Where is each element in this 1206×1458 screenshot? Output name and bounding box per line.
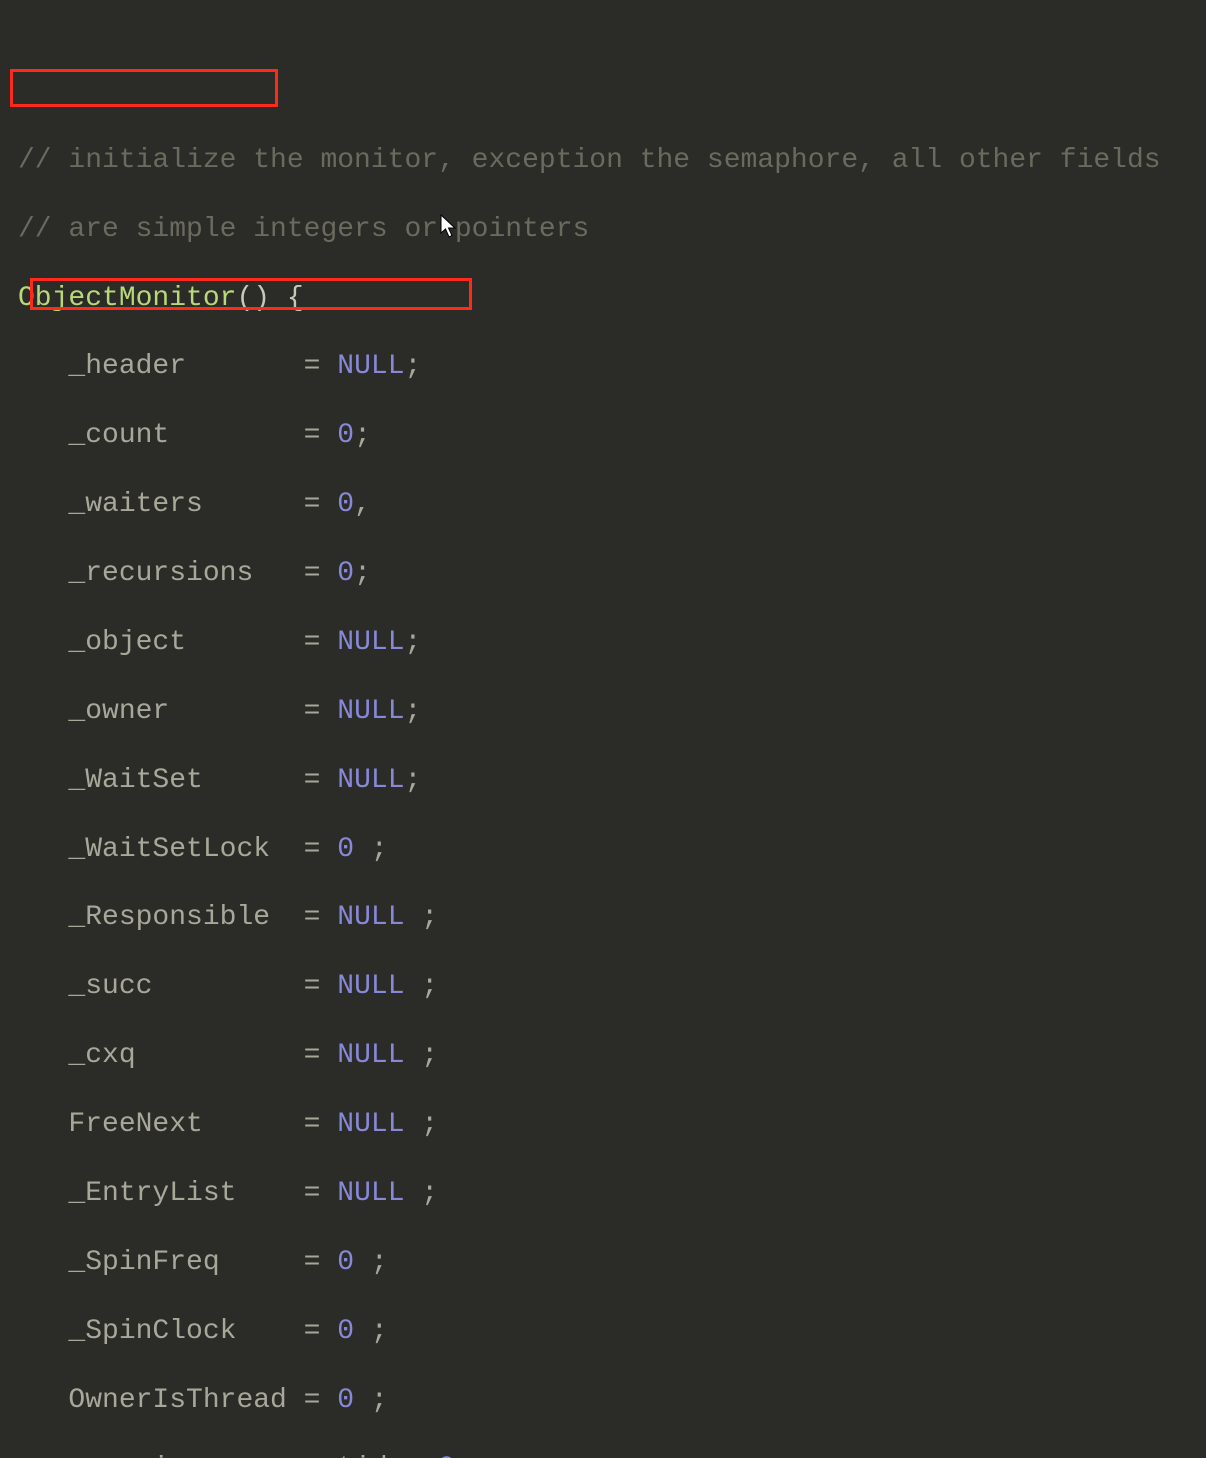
assign-spinclock: _SpinClock = 0 ;	[18, 1315, 1206, 1349]
function-name: ObjectMonitor	[18, 283, 236, 314]
assign-waitsetlock: _WaitSetLock = 0 ;	[18, 833, 1206, 867]
assign-prevowner: _previous_owner_tid = 0;	[18, 1452, 1206, 1458]
assign-owner: _owner = NULL;	[18, 695, 1206, 729]
assign-cxq: _cxq = NULL ;	[18, 1039, 1206, 1073]
assign-waiters: _waiters = 0,	[18, 488, 1206, 522]
assign-count: _count = 0;	[18, 419, 1206, 453]
assign-ownerthread: OwnerIsThread = 0 ;	[18, 1384, 1206, 1418]
assign-header: _header = NULL;	[18, 350, 1206, 384]
assign-recursions: _recursions = 0;	[18, 557, 1206, 591]
comment-line-2: // are simple integers or pointers	[18, 213, 1206, 247]
comment-line-1: // initialize the monitor, exception the…	[18, 144, 1206, 178]
assign-waitset: _WaitSet = NULL;	[18, 764, 1206, 798]
assign-object: _object = NULL;	[18, 626, 1206, 660]
assign-entrylist: _EntryList = NULL ;	[18, 1177, 1206, 1211]
assign-succ: _succ = NULL ;	[18, 970, 1206, 1004]
assign-responsible: _Responsible = NULL ;	[18, 901, 1206, 935]
highlight-box-funcname	[10, 69, 278, 107]
constructor-declaration: ObjectMonitor() {	[18, 282, 1206, 316]
assign-freenext: FreeNext = NULL ;	[18, 1108, 1206, 1142]
assign-spinfreq: _SpinFreq = 0 ;	[18, 1246, 1206, 1280]
